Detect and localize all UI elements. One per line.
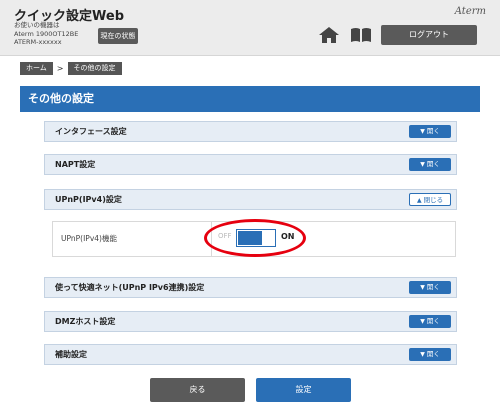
open-button-label: 開く [426,160,440,168]
logout-button[interactable]: ログアウト [381,25,477,45]
aterm-logo: Aterm [454,6,486,17]
open-button[interactable]: ▼ 開く [409,158,451,171]
chevron-up-icon: ▲ [416,197,422,204]
back-button[interactable]: 戻る [150,378,245,402]
chevron-down-icon: ▼ [420,351,425,358]
home-icon[interactable] [318,26,340,44]
section-upnp-ipv6[interactable]: 使って快適ネット(UPnP IPv6連携)設定 ▼ 開く [44,277,457,298]
open-button[interactable]: ▼ 開く [409,315,451,328]
open-button-label: 開く [426,317,440,325]
device-name: ATERM-xxxxxx [14,38,62,46]
set-button[interactable]: 設定 [256,378,351,402]
section-interface[interactable]: インタフェース設定 ▼ 開く [44,121,457,142]
open-button-label: 開く [426,127,440,135]
breadcrumb-current: その他の設定 [67,62,122,75]
chevron-down-icon: ▼ [420,284,425,291]
open-button-label: 開く [426,283,440,291]
book-icon[interactable] [350,27,372,43]
page-title: その他の設定 [20,86,480,112]
breadcrumb-separator: > [56,64,64,73]
device-info: お使いの機器は Aterm 1900OT12BE ATERM-xxxxxx [14,21,78,47]
section-label: インタフェース設定 [55,127,127,136]
highlight-circle [204,219,306,257]
close-button[interactable]: ▲ 閉じる [409,193,451,206]
section-napt[interactable]: NAPT設定 ▼ 開く [44,154,457,175]
section-label: DMZホスト設定 [55,317,116,326]
device-info-line: お使いの機器は [14,21,60,29]
open-button-label: 開く [426,350,440,358]
open-button[interactable]: ▼ 開く [409,125,451,138]
header: クイック設定Web お使いの機器は Aterm 1900OT12BE ATERM… [0,0,500,56]
breadcrumb: ホーム > その他の設定 [20,62,122,75]
upnp-label-cell: UPnP(IPv4)機能 [53,222,212,256]
close-button-label: 閉じる [423,196,444,204]
section-label: NAPT設定 [55,160,96,169]
breadcrumb-home[interactable]: ホーム [20,62,53,75]
chevron-down-icon: ▼ [420,128,425,135]
upnp-function-label: UPnP(IPv4)機能 [61,234,117,243]
section-dmz[interactable]: DMZホスト設定 ▼ 開く [44,311,457,332]
chevron-down-icon: ▼ [420,318,425,325]
open-button[interactable]: ▼ 開く [409,348,451,361]
section-label: UPnP(IPv4)設定 [55,195,122,204]
section-auxiliary[interactable]: 補助設定 ▼ 開く [44,344,457,365]
current-status-button[interactable]: 現在の状態 [98,28,138,44]
chevron-down-icon: ▼ [420,161,425,168]
section-label: 補助設定 [55,350,87,359]
section-label: 使って快適ネット(UPnP IPv6連携)設定 [55,283,205,292]
section-upnp-ipv4[interactable]: UPnP(IPv4)設定 ▲ 閉じる [44,189,457,210]
open-button[interactable]: ▼ 開く [409,281,451,294]
device-model: Aterm 1900OT12BE [14,29,79,38]
